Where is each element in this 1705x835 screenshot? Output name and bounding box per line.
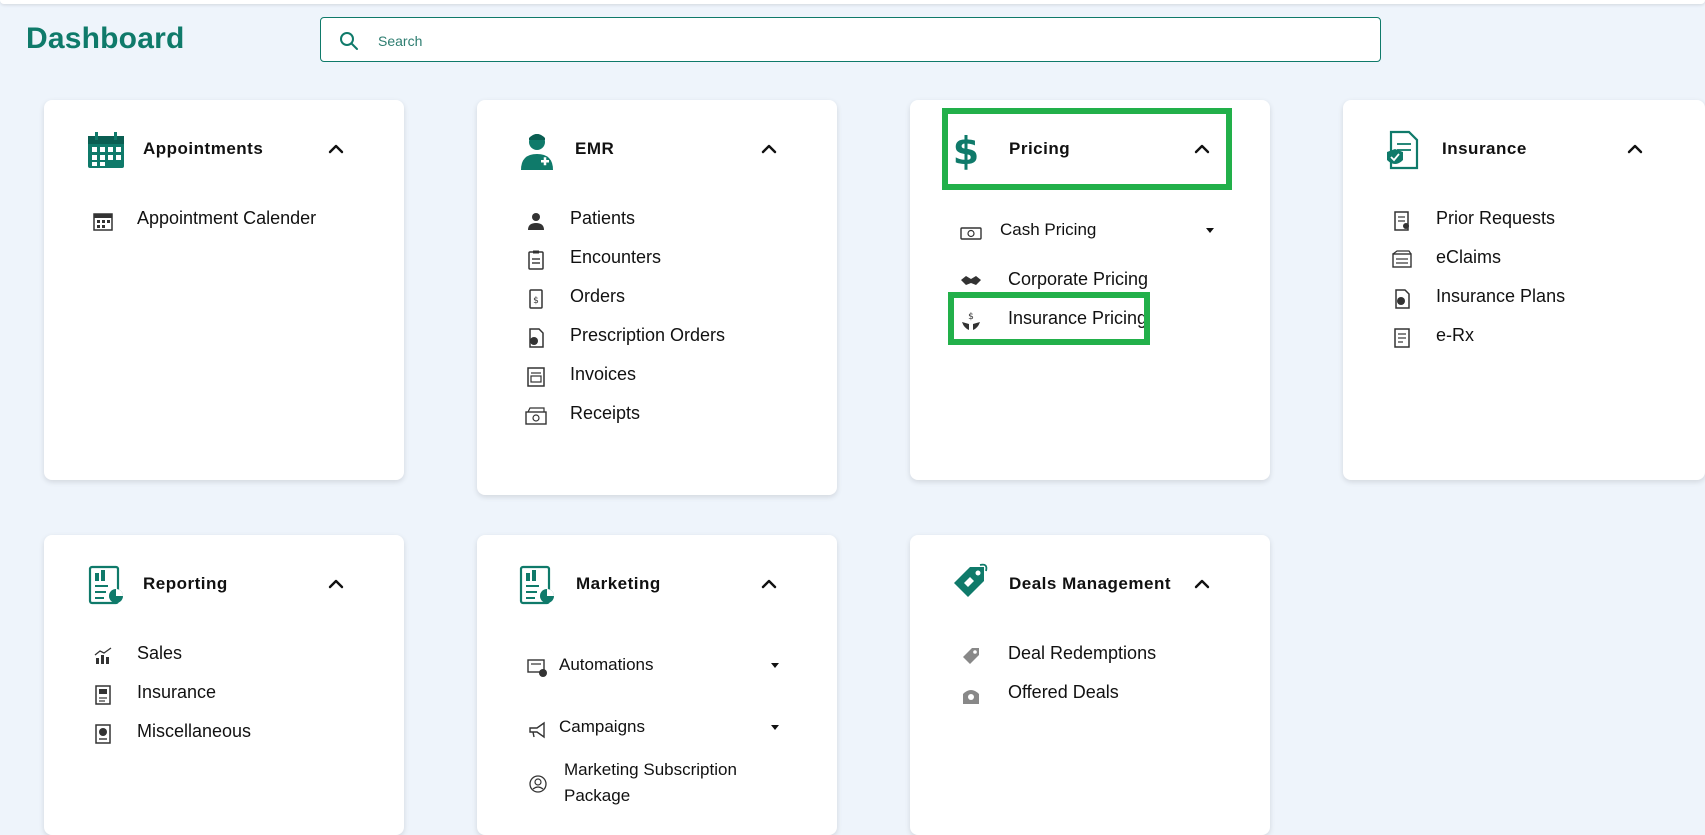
svg-text:$: $ xyxy=(953,130,979,170)
order-document-icon: $ xyxy=(529,289,543,309)
search-icon xyxy=(340,32,358,50)
menu-item-label: Miscellaneous xyxy=(137,721,252,741)
document-request-icon xyxy=(1394,211,1409,231)
chevron-up-icon[interactable] xyxy=(1193,140,1211,158)
offer-badge-icon xyxy=(963,690,979,704)
megaphone-icon xyxy=(529,721,545,739)
prescription-icon xyxy=(529,328,544,348)
svg-text:$: $ xyxy=(968,312,974,322)
insurance-document-icon xyxy=(1387,130,1419,170)
patient-icon xyxy=(528,213,544,230)
coupon-icon xyxy=(963,648,979,664)
menu-item-label: Appointment Calender xyxy=(137,208,317,228)
caret-down-icon[interactable] xyxy=(771,725,779,730)
search-box[interactable] xyxy=(320,17,1381,62)
chevron-up-icon[interactable] xyxy=(1193,575,1211,593)
misc-report-icon xyxy=(95,724,111,744)
menu-item-label: Patients xyxy=(570,208,636,228)
menu-item-label: Campaigns xyxy=(559,717,645,736)
rx-document-icon xyxy=(1394,328,1410,348)
hands-dollar-icon: $ xyxy=(962,312,980,330)
card-insurance: Insurance Prior Requests eClaims Insuran… xyxy=(1343,100,1705,480)
invoice-icon xyxy=(527,367,545,387)
card-appointments: Appointments Appointment Calender xyxy=(44,100,404,480)
card-title: Marketing xyxy=(576,574,661,593)
plan-document-icon xyxy=(1395,289,1410,309)
report-document-icon xyxy=(95,685,111,705)
card-title: Deals Management xyxy=(1009,574,1171,593)
clipboard-icon xyxy=(528,250,544,270)
menu-item-label: Cash Pricing xyxy=(1000,220,1097,239)
user-circle-icon xyxy=(529,775,547,793)
menu-item-label: Corporate Pricing xyxy=(1008,269,1149,289)
menu-item-label-line2: Package xyxy=(564,786,631,805)
menu-item-label: Automations xyxy=(559,655,654,674)
chevron-up-icon[interactable] xyxy=(760,575,778,593)
card-pricing: $ Pricing Cash Pricing Corporate Pricing… xyxy=(910,100,1270,480)
card-emr: EMR Patients Encounters $ Orders Prescri… xyxy=(477,100,837,495)
handshake-icon xyxy=(961,276,981,285)
chevron-up-icon[interactable] xyxy=(327,140,345,158)
menu-item-label: Prescription Orders xyxy=(570,325,726,345)
menu-item-label: Deal Redemptions xyxy=(1008,643,1157,663)
menu-item-label: e-Rx xyxy=(1436,325,1475,345)
menu-item-marketing-subscription-package[interactable]: Marketing Subscription Package xyxy=(527,760,787,812)
card-title: Pricing xyxy=(1009,139,1071,158)
menu-item-label: Insurance Pricing xyxy=(1008,308,1148,328)
chevron-up-icon[interactable] xyxy=(327,575,345,593)
caret-down-icon[interactable] xyxy=(1206,228,1214,233)
card-marketing: Marketing Automations Campaigns Marketin… xyxy=(477,535,837,835)
card-title: Reporting xyxy=(143,574,228,593)
search-input[interactable] xyxy=(376,28,1340,54)
dollar-icon: $ xyxy=(953,130,979,170)
top-bar-edge xyxy=(0,0,1705,4)
menu-item-label: Sales xyxy=(137,643,183,663)
tag-icon xyxy=(954,563,988,597)
menu-item-label: Insurance xyxy=(137,682,217,702)
caret-down-icon[interactable] xyxy=(771,663,779,668)
automation-icon xyxy=(527,659,547,677)
chevron-up-icon[interactable] xyxy=(1626,140,1644,158)
card-deals-management: Deals Management Deal Redemptions Offere… xyxy=(910,535,1270,835)
svg-text:$: $ xyxy=(533,296,539,306)
menu-item-label: Encounters xyxy=(570,247,662,267)
card-reporting: Reporting Sales Insurance Miscellaneous xyxy=(44,535,404,835)
doctor-icon xyxy=(521,134,553,170)
card-title: Insurance xyxy=(1442,139,1527,158)
card-title: EMR xyxy=(575,139,615,158)
menu-item-label: Insurance Plans xyxy=(1436,286,1566,306)
menu-item-label: Offered Deals xyxy=(1008,682,1119,702)
chevron-up-icon[interactable] xyxy=(760,140,778,158)
receipt-icon xyxy=(525,407,547,425)
sales-chart-icon xyxy=(94,647,112,664)
menu-item-label: Orders xyxy=(570,286,626,306)
menu-item-label: Receipts xyxy=(570,403,641,423)
calendar-icon xyxy=(88,132,124,168)
menu-item-label: eClaims xyxy=(1436,247,1502,267)
page-title: Dashboard xyxy=(26,22,185,55)
claims-icon xyxy=(1392,250,1412,268)
cash-icon xyxy=(960,227,982,240)
report-icon xyxy=(519,565,554,605)
calendar-icon xyxy=(93,213,113,231)
menu-item-label: Invoices xyxy=(570,364,637,384)
report-icon xyxy=(88,565,123,605)
menu-item-label: Prior Requests xyxy=(1436,208,1556,228)
menu-item-label: Marketing Subscription xyxy=(564,760,737,779)
card-title: Appointments xyxy=(143,139,264,158)
